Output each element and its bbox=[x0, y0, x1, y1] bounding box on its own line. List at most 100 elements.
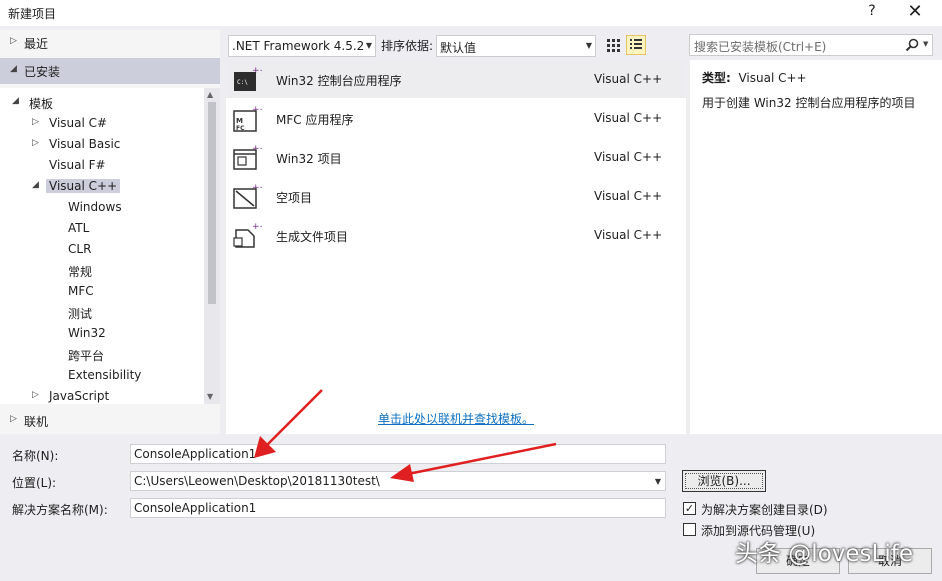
svg-text:C:\: C:\ bbox=[237, 79, 248, 86]
svg-text:++: ++ bbox=[252, 144, 262, 154]
solution-name-input[interactable]: ConsoleApplication1 bbox=[130, 498, 666, 518]
chevron-down-icon: ▼ bbox=[585, 41, 592, 50]
template-description: 用于创建 Win32 控制台应用程序的项目 bbox=[702, 96, 916, 110]
search-icon[interactable] bbox=[904, 37, 920, 53]
framework-value: .NET Framework 4.5.2 bbox=[232, 39, 365, 53]
find-templates-online-link[interactable]: 单击此处以联机并查找模板。 bbox=[378, 410, 534, 427]
scroll-thumb[interactable] bbox=[208, 102, 216, 304]
sort-value: 默认值 bbox=[440, 41, 477, 55]
search-options-chevron-icon[interactable]: ▼ bbox=[923, 40, 928, 48]
template-item[interactable]: ++ M FC MFC 应用程序 Visual C++ bbox=[226, 99, 686, 137]
framework-select[interactable]: .NET Framework 4.5.2 ▼ bbox=[228, 35, 376, 57]
template-language: Visual C++ bbox=[594, 189, 663, 203]
svg-text:++: ++ bbox=[252, 222, 262, 232]
help-button[interactable]: ? bbox=[866, 3, 878, 19]
template-language: Visual C++ bbox=[594, 228, 663, 242]
collapse-arrow-icon[interactable]: ◢ bbox=[12, 96, 22, 106]
template-details: 类型: Visual C++ 用于创建 Win32 控制台应用程序的项目 bbox=[690, 60, 942, 434]
checkbox-unchecked-icon[interactable] bbox=[683, 523, 696, 536]
tree-item-label: 常规 bbox=[68, 265, 93, 279]
window-title: 新建项目 bbox=[8, 7, 57, 21]
collapse-arrow-icon: ◢ bbox=[10, 64, 17, 74]
location-label: 位置(L): bbox=[12, 476, 57, 490]
empty-project-icon: ++ bbox=[233, 183, 262, 209]
template-tree: ◢ 模板 ▷ Visual C# ▷ Visual Basic Visual F# ◢ Visu… bbox=[0, 88, 204, 404]
node-online-label: 联机 bbox=[24, 415, 49, 429]
svg-text:++: ++ bbox=[252, 105, 262, 115]
tree-item-label: ATL bbox=[68, 221, 90, 235]
search-templates-input[interactable]: 搜索已安装模板(Ctrl+E) ▼ bbox=[689, 34, 933, 56]
tree-item-label: JavaScript bbox=[49, 389, 110, 403]
expand-arrow-icon[interactable]: ▷ bbox=[32, 390, 42, 400]
sort-select[interactable]: 默认值 ▼ bbox=[436, 35, 596, 57]
template-item[interactable]: ++ C:\ Win32 控制台应用程序 Visual C++ bbox=[226, 60, 686, 98]
collapse-arrow-icon[interactable]: ◢ bbox=[32, 180, 42, 190]
watermark: 头条 @lovesLife bbox=[735, 541, 913, 567]
name-value: ConsoleApplication1 bbox=[134, 447, 257, 461]
node-recent-label: 最近 bbox=[24, 37, 49, 51]
title-bar: 新建项目 ? ✕ bbox=[0, 0, 942, 26]
tree-scrollbar[interactable]: ▲ ▼ bbox=[204, 88, 220, 404]
node-recent[interactable]: ▷ 最近 bbox=[0, 30, 220, 56]
template-name: Win32 项目 bbox=[276, 152, 342, 166]
list-view-button[interactable] bbox=[626, 35, 646, 55]
checkbox-checked-icon[interactable]: ✓ bbox=[683, 502, 696, 515]
location-select[interactable]: C:\Users\Leowen\Desktop\20181130test\ ▼ bbox=[130, 471, 666, 491]
type-key: 类型: bbox=[702, 71, 731, 85]
tree-item-label: 模板 bbox=[29, 97, 54, 111]
template-item[interactable]: ++ 生成文件项目 Visual C++ bbox=[226, 216, 686, 254]
browse-button[interactable]: 浏览(B)... bbox=[682, 470, 766, 492]
sort-label: 排序依据: bbox=[381, 39, 434, 53]
type-value: Visual C++ bbox=[738, 71, 807, 85]
tree-item-label: 跨平台 bbox=[68, 349, 105, 363]
tree-item-label: Visual C# bbox=[49, 116, 108, 130]
name-label: 名称(N): bbox=[12, 449, 59, 463]
template-language: Visual C++ bbox=[594, 111, 663, 125]
solution-name-label: 解决方案名称(M): bbox=[12, 503, 108, 517]
name-input[interactable]: ConsoleApplication1 bbox=[130, 444, 666, 464]
browse-label: 浏览(B)... bbox=[685, 473, 763, 489]
console-app-icon: ++ C:\ bbox=[234, 66, 262, 91]
template-language: Visual C++ bbox=[594, 72, 663, 86]
svg-text:FC: FC bbox=[236, 125, 245, 132]
template-name: Win32 控制台应用程序 bbox=[276, 74, 402, 88]
template-name: MFC 应用程序 bbox=[276, 113, 354, 127]
search-placeholder: 搜索已安装模板(Ctrl+E) bbox=[694, 40, 827, 54]
svg-text:++: ++ bbox=[252, 183, 262, 193]
chevron-down-icon: ▼ bbox=[654, 477, 661, 486]
win32-project-icon: ++ bbox=[233, 144, 262, 170]
scroll-down-icon[interactable]: ▼ bbox=[207, 392, 213, 401]
grid-view-button[interactable] bbox=[603, 35, 623, 55]
tree-item-label: CLR bbox=[68, 242, 92, 256]
grid-view-icon bbox=[607, 39, 620, 52]
tree-item-label: Win32 bbox=[68, 326, 106, 340]
expand-arrow-icon: ▷ bbox=[10, 36, 17, 46]
node-installed[interactable]: ◢ 已安装 bbox=[0, 58, 220, 84]
close-button[interactable]: ✕ bbox=[905, 1, 925, 22]
list-view-icon bbox=[630, 39, 642, 49]
template-language: Visual C++ bbox=[594, 150, 663, 164]
scroll-up-icon[interactable]: ▲ bbox=[207, 90, 213, 99]
tree-item-label: MFC bbox=[68, 284, 94, 298]
svg-text:M: M bbox=[236, 117, 243, 125]
template-name: 空项目 bbox=[276, 191, 313, 205]
tree-item-label: Visual F# bbox=[49, 158, 106, 172]
tree-item-label: Windows bbox=[68, 200, 122, 214]
node-online[interactable]: ▷ 联机 bbox=[0, 404, 220, 434]
template-type: 类型: Visual C++ bbox=[702, 69, 807, 86]
tree-item-label: Extensibility bbox=[68, 368, 142, 382]
template-item[interactable]: ++ 空项目 Visual C++ bbox=[226, 177, 686, 215]
node-installed-label: 已安装 bbox=[24, 65, 61, 79]
template-name: 生成文件项目 bbox=[276, 230, 349, 244]
solution-name-value: ConsoleApplication1 bbox=[134, 501, 257, 515]
template-item[interactable]: ++ Win32 项目 Visual C++ bbox=[226, 138, 686, 176]
tree-item-label: Visual Basic bbox=[49, 137, 121, 151]
left-panel: ▷ 最近 ◢ 已安装 ◢ 模板 ▷ Visual C# ▷ Visual Basic Vis… bbox=[0, 30, 220, 434]
expand-arrow-icon[interactable]: ▷ bbox=[32, 117, 42, 127]
makefile-project-icon: ++ bbox=[233, 222, 262, 248]
expand-arrow-icon: ▷ bbox=[10, 414, 17, 424]
template-list: ++ C:\ Win32 控制台应用程序 Visual C++ ++ M FC … bbox=[226, 60, 686, 434]
location-value: C:\Users\Leowen\Desktop\20181130test\ bbox=[134, 474, 380, 488]
mfc-app-icon: ++ M FC bbox=[233, 105, 262, 132]
expand-arrow-icon[interactable]: ▷ bbox=[32, 138, 42, 148]
